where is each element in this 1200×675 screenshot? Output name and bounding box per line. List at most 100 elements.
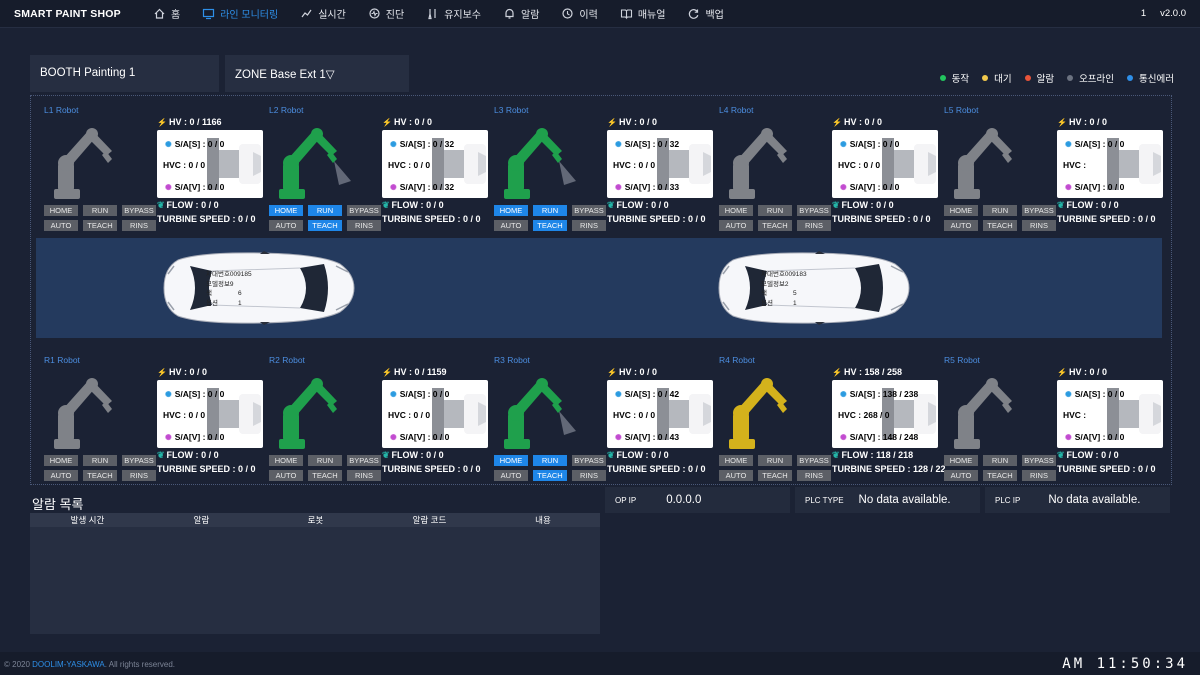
- bypass-button[interactable]: BYPASS: [347, 205, 381, 216]
- home-button[interactable]: HOME: [44, 455, 78, 466]
- robot-panel[interactable]: R5 Robot HOME RUN BYPASS AUTO TEACH RINS ⚡ HV : …: [936, 355, 1163, 481]
- run-button[interactable]: RUN: [533, 205, 567, 216]
- bypass-button[interactable]: BYPASS: [122, 205, 156, 216]
- nav-item-7[interactable]: 매뉴얼: [609, 0, 677, 28]
- auto-button[interactable]: AUTO: [719, 220, 753, 231]
- rins-button[interactable]: RINS: [797, 470, 831, 481]
- robot-panel[interactable]: L5 Robot HOME RUN BYPASS AUTO TEACH RINS ⚡ HV : …: [936, 105, 1163, 231]
- home-button[interactable]: HOME: [44, 205, 78, 216]
- home-button[interactable]: HOME: [269, 205, 303, 216]
- alarm-col-header[interactable]: 알람: [145, 514, 258, 526]
- run-button[interactable]: RUN: [758, 455, 792, 466]
- teach-button[interactable]: TEACH: [83, 470, 117, 481]
- robot-panel[interactable]: R3 Robot HOME RUN BYPASS AUTO TEACH RINS ⚡ HV : …: [486, 355, 713, 481]
- auto-button[interactable]: AUTO: [494, 220, 528, 231]
- run-button[interactable]: RUN: [758, 205, 792, 216]
- car-2[interactable]: 차대번호009183 모델정보2 색 5 옵션 1: [715, 250, 911, 326]
- robot-name[interactable]: L1 Robot: [44, 105, 79, 115]
- bypass-button[interactable]: BYPASS: [572, 205, 606, 216]
- run-button[interactable]: RUN: [983, 205, 1017, 216]
- robot-name[interactable]: L2 Robot: [269, 105, 304, 115]
- home-button[interactable]: HOME: [719, 205, 753, 216]
- rins-button[interactable]: RINS: [572, 470, 606, 481]
- bypass-button[interactable]: BYPASS: [122, 455, 156, 466]
- robot-name[interactable]: R4 Robot: [719, 355, 755, 365]
- auto-button[interactable]: AUTO: [44, 220, 78, 231]
- nav-item-8[interactable]: 백업: [676, 0, 734, 28]
- zone-selector[interactable]: ZONE Base Ext 1▽: [225, 55, 409, 92]
- car-model: 모델정보2: [761, 280, 789, 288]
- robot-panel[interactable]: L2 Robot HOME RUN BYPASS AUTO TEACH RINS ⚡ HV : …: [261, 105, 488, 231]
- nav-item-4[interactable]: 유지보수: [415, 0, 492, 28]
- teach-button[interactable]: TEACH: [83, 220, 117, 231]
- robot-name[interactable]: L5 Robot: [944, 105, 979, 115]
- teach-button[interactable]: TEACH: [983, 470, 1017, 481]
- robot-panel[interactable]: R1 Robot HOME RUN BYPASS AUTO TEACH RINS ⚡ HV : …: [36, 355, 263, 481]
- bypass-button[interactable]: BYPASS: [1022, 455, 1056, 466]
- robot-panel[interactable]: L1 Robot HOME RUN BYPASS AUTO TEACH RINS ⚡ HV : …: [36, 105, 263, 231]
- nav-item-1[interactable]: 라인 모니터링: [191, 0, 289, 28]
- auto-button[interactable]: AUTO: [44, 470, 78, 481]
- rins-button[interactable]: RINS: [1022, 470, 1056, 481]
- nav-item-3[interactable]: 진단: [357, 0, 415, 28]
- run-button[interactable]: RUN: [983, 455, 1017, 466]
- run-button[interactable]: RUN: [308, 205, 342, 216]
- rins-button[interactable]: RINS: [347, 220, 381, 231]
- auto-button[interactable]: AUTO: [944, 220, 978, 231]
- nav-item-2[interactable]: 실시간: [289, 0, 357, 28]
- copyright-brand[interactable]: DOOLIM-YASKAWA: [32, 660, 105, 669]
- rins-button[interactable]: RINS: [572, 220, 606, 231]
- rins-button[interactable]: RINS: [122, 220, 156, 231]
- run-button[interactable]: RUN: [533, 455, 567, 466]
- teach-button[interactable]: TEACH: [308, 470, 342, 481]
- robot-panel[interactable]: R2 Robot HOME RUN BYPASS AUTO TEACH RINS ⚡ HV : …: [261, 355, 488, 481]
- run-button[interactable]: RUN: [83, 205, 117, 216]
- bypass-button[interactable]: BYPASS: [797, 455, 831, 466]
- rins-button[interactable]: RINS: [797, 220, 831, 231]
- teach-button[interactable]: TEACH: [758, 470, 792, 481]
- bypass-button[interactable]: BYPASS: [572, 455, 606, 466]
- home-button[interactable]: HOME: [944, 205, 978, 216]
- alarm-col-header[interactable]: 알람 코드: [373, 514, 486, 526]
- rins-button[interactable]: RINS: [122, 470, 156, 481]
- robot-panel[interactable]: L3 Robot HOME RUN BYPASS AUTO TEACH RINS ⚡ HV : …: [486, 105, 713, 231]
- alarm-col-header[interactable]: 로봇: [258, 514, 373, 526]
- teach-button[interactable]: TEACH: [758, 220, 792, 231]
- teach-button[interactable]: TEACH: [533, 470, 567, 481]
- robot-name[interactable]: R5 Robot: [944, 355, 980, 365]
- nav-item-6[interactable]: 이력: [550, 0, 608, 28]
- auto-button[interactable]: AUTO: [494, 470, 528, 481]
- auto-button[interactable]: AUTO: [944, 470, 978, 481]
- robot-panel[interactable]: R4 Robot HOME RUN BYPASS AUTO TEACH RINS ⚡ HV : …: [711, 355, 946, 481]
- bypass-button[interactable]: BYPASS: [797, 205, 831, 216]
- robot-name[interactable]: L4 Robot: [719, 105, 754, 115]
- booth-selector[interactable]: BOOTH Painting 1: [30, 55, 219, 92]
- alarm-col-header[interactable]: 발생 시간: [30, 514, 145, 526]
- robot-panel[interactable]: L4 Robot HOME RUN BYPASS AUTO TEACH RINS ⚡ HV : …: [711, 105, 938, 231]
- home-button[interactable]: HOME: [494, 205, 528, 216]
- alarm-col-header[interactable]: 내용: [486, 514, 600, 526]
- run-button[interactable]: RUN: [83, 455, 117, 466]
- robot-name[interactable]: R2 Robot: [269, 355, 305, 365]
- bypass-button[interactable]: BYPASS: [347, 455, 381, 466]
- teach-button[interactable]: TEACH: [983, 220, 1017, 231]
- nav-item-0[interactable]: 홈: [142, 0, 191, 28]
- auto-button[interactable]: AUTO: [719, 470, 753, 481]
- auto-button[interactable]: AUTO: [269, 220, 303, 231]
- bypass-button[interactable]: BYPASS: [1022, 205, 1056, 216]
- car-1[interactable]: 차대번호009185 모델정보9 색 6 옵션 1: [160, 250, 356, 326]
- home-button[interactable]: HOME: [269, 455, 303, 466]
- rins-button[interactable]: RINS: [1022, 220, 1056, 231]
- run-button[interactable]: RUN: [308, 455, 342, 466]
- robot-name[interactable]: L3 Robot: [494, 105, 529, 115]
- rins-button[interactable]: RINS: [347, 470, 381, 481]
- home-button[interactable]: HOME: [494, 455, 528, 466]
- home-button[interactable]: HOME: [719, 455, 753, 466]
- robot-name[interactable]: R1 Robot: [44, 355, 80, 365]
- home-button[interactable]: HOME: [944, 455, 978, 466]
- teach-button[interactable]: TEACH: [308, 220, 342, 231]
- teach-button[interactable]: TEACH: [533, 220, 567, 231]
- auto-button[interactable]: AUTO: [269, 470, 303, 481]
- robot-name[interactable]: R3 Robot: [494, 355, 530, 365]
- nav-item-5[interactable]: 알람: [492, 0, 550, 28]
